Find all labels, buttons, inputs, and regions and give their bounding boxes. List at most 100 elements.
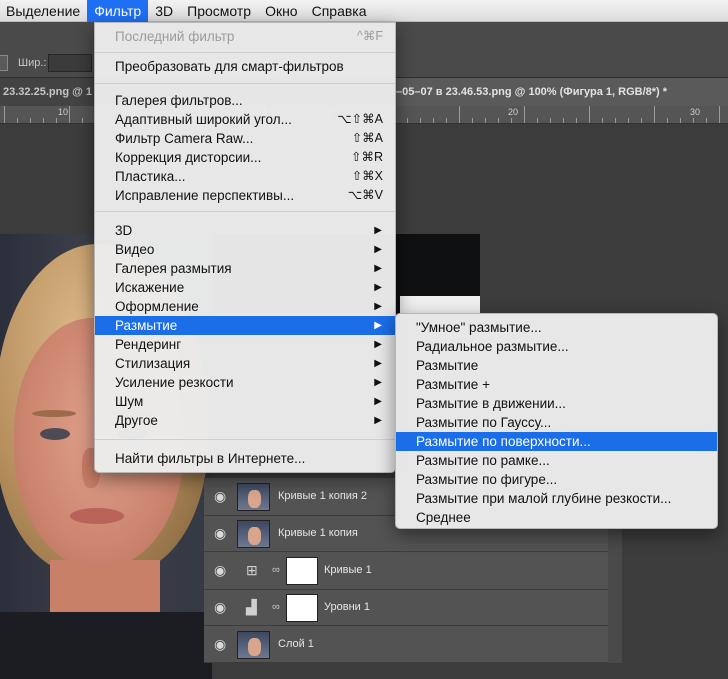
submenu-arrow-icon: ▶ <box>374 244 382 255</box>
submenu-arrow-icon: ▶ <box>374 377 382 388</box>
layer-row[interactable]: ◉ Слой 1 <box>204 626 608 663</box>
ruler-tick <box>667 118 668 123</box>
menu-item-smart-filters[interactable]: Преобразовать для смарт-фильтров <box>95 57 395 76</box>
submenu-arrow-icon: ▶ <box>374 263 382 274</box>
visibility-eye-icon[interactable]: ◉ <box>214 636 226 653</box>
ruler-tick <box>485 118 486 123</box>
menu-item-submenu[interactable]: Стилизация ▶ <box>95 354 395 373</box>
menu-view[interactable]: Просмотр <box>180 0 258 22</box>
options-checkbox[interactable] <box>0 55 8 71</box>
layer-thumbnail <box>237 520 270 548</box>
layer-row[interactable]: ◉ ⊞ ∞ Кривые 1 <box>204 552 608 590</box>
menu-item-filter[interactable]: Коррекция дисторсии... ⇧⌘R <box>95 148 395 167</box>
menu-item-filter[interactable]: Фильтр Camera Raw... ⇧⌘A <box>95 129 395 148</box>
menu-item-submenu[interactable]: Рендеринг ▶ <box>95 335 395 354</box>
visibility-eye-icon[interactable]: ◉ <box>214 562 226 579</box>
ruler-tick <box>615 118 616 123</box>
menu-item-label: Галерея размытия <box>115 261 232 276</box>
menu-item-label: Коррекция дисторсии... <box>115 150 262 165</box>
menu-item-label: 3D <box>115 223 133 238</box>
menu-item-label: Усиление резкости <box>115 375 234 390</box>
blur-menu-item[interactable]: Размытие по рамке... <box>396 451 717 470</box>
menu-3d[interactable]: 3D <box>148 0 180 22</box>
submenu-arrow-icon: ▶ <box>374 282 382 293</box>
ruler-tick <box>82 118 83 123</box>
menu-item-filter[interactable]: Галерея фильтров... <box>95 91 395 110</box>
layer-thumbnail <box>237 483 270 511</box>
menu-separator <box>95 211 395 212</box>
menu-item-submenu[interactable]: 3D ▶ <box>95 221 395 240</box>
menu-item-submenu[interactable]: Видео ▶ <box>95 240 395 259</box>
blur-menu-item[interactable]: Размытие по поверхности... <box>396 432 717 451</box>
menu-item-submenu[interactable]: Шум ▶ <box>95 392 395 411</box>
photo-lips <box>70 508 124 524</box>
filter-menu: Последний фильтр ^⌘F Преобразовать для с… <box>94 22 396 473</box>
ruler-tick <box>680 118 681 123</box>
ruler-tick <box>433 118 434 123</box>
menu-selection[interactable]: Выделение <box>0 0 87 22</box>
menu-item-submenu[interactable]: Размытие ▶ <box>95 316 395 335</box>
ruler-tick <box>30 118 31 123</box>
blur-menu-item[interactable]: "Умное" размытие... <box>396 318 717 337</box>
link-chain-icon: ∞ <box>272 564 280 576</box>
menu-item-find-online[interactable]: Найти фильтры в Интернете... <box>95 449 395 468</box>
menu-filter[interactable]: Фильтр <box>87 0 149 22</box>
menu-item-label: Рендеринг <box>115 337 182 352</box>
menu-item-submenu[interactable]: Галерея размытия ▶ <box>95 259 395 278</box>
visibility-eye-icon[interactable]: ◉ <box>214 599 226 616</box>
menu-item-submenu[interactable]: Другое ▶ <box>95 411 395 430</box>
blur-menu-item[interactable]: Радиальное размытие... <box>396 337 717 356</box>
layer-name: Кривые 1 <box>324 564 372 576</box>
blur-menu-item[interactable]: Размытие по фигуре... <box>396 470 717 489</box>
ruler-tick <box>550 118 551 123</box>
ruler-tick <box>459 106 460 123</box>
ruler-tick <box>589 106 590 123</box>
blur-submenu: "Умное" размытие... Радиальное размытие..… <box>395 313 718 529</box>
blur-menu-item[interactable]: Размытие + <box>396 375 717 394</box>
menu-item-filter[interactable]: Адаптивный широкий угол... ⌥⇧⌘A <box>95 110 395 129</box>
submenu-arrow-icon: ▶ <box>374 415 382 426</box>
layer-name: Уровни 1 <box>324 601 370 613</box>
ruler-tick <box>537 118 538 123</box>
menu-item-label: Видео <box>115 242 155 257</box>
menu-item-submenu[interactable]: Искажение ▶ <box>95 278 395 297</box>
menu-window[interactable]: Окно <box>258 0 305 22</box>
menu-separator <box>95 52 395 53</box>
visibility-eye-icon[interactable]: ◉ <box>214 525 226 542</box>
photo-left-eye <box>40 428 70 440</box>
menu-item-label: Последний фильтр <box>115 29 235 44</box>
width-label: Шир.: <box>18 57 47 69</box>
document-tab-1[interactable]: 23.32.25.png @ 1 <box>0 78 94 106</box>
width-field[interactable] <box>48 54 92 72</box>
blur-menu-item[interactable]: Размытие в движении... <box>396 394 717 413</box>
visibility-eye-icon[interactable]: ◉ <box>214 488 226 505</box>
menu-item-label: Другое <box>115 413 158 428</box>
menu-item-label: Стилизация <box>115 356 191 371</box>
ruler-tick <box>576 118 577 123</box>
menu-item-filter[interactable]: Исправление перспективы... ⌥⌘V <box>95 186 395 205</box>
layer-row[interactable]: ◉ ▟ ∞ Уровни 1 <box>204 590 608 626</box>
ruler-tick <box>706 118 707 123</box>
menu-item-filter[interactable]: Пластика... ⇧⌘X <box>95 167 395 186</box>
menu-separator <box>95 439 395 440</box>
blur-menu-item[interactable]: Размытие при малой глубине резкости... <box>396 489 717 508</box>
blur-menu-item[interactable]: Размытие по Гауссу... <box>396 413 717 432</box>
menu-item-label: Шум <box>115 394 144 409</box>
ruler-tick <box>43 118 44 123</box>
link-chain-icon: ∞ <box>272 601 280 613</box>
menu-item-label: Адаптивный широкий угол... <box>115 112 292 127</box>
menu-help[interactable]: Справка <box>305 0 374 22</box>
menu-shortcut: ⌥⇧⌘A <box>337 112 383 126</box>
document-tab-2[interactable]: –05–07 в 23.46.53.png @ 100% (Фигура 1, … <box>396 78 728 106</box>
menu-item-label: Размытие <box>115 318 178 333</box>
ruler-tick <box>69 106 70 123</box>
layer-mask-thumbnail <box>286 557 318 585</box>
submenu-arrow-icon: ▶ <box>374 396 382 407</box>
menu-item-submenu[interactable]: Усиление резкости ▶ <box>95 373 395 392</box>
menu-item-label: Оформление <box>115 299 199 314</box>
blur-menu-item[interactable]: Размытие <box>396 356 717 375</box>
menu-separator <box>95 83 395 84</box>
blur-menu-item[interactable]: Среднее <box>396 508 717 527</box>
submenu-arrow-icon: ▶ <box>374 358 382 369</box>
menu-item-submenu[interactable]: Оформление ▶ <box>95 297 395 316</box>
